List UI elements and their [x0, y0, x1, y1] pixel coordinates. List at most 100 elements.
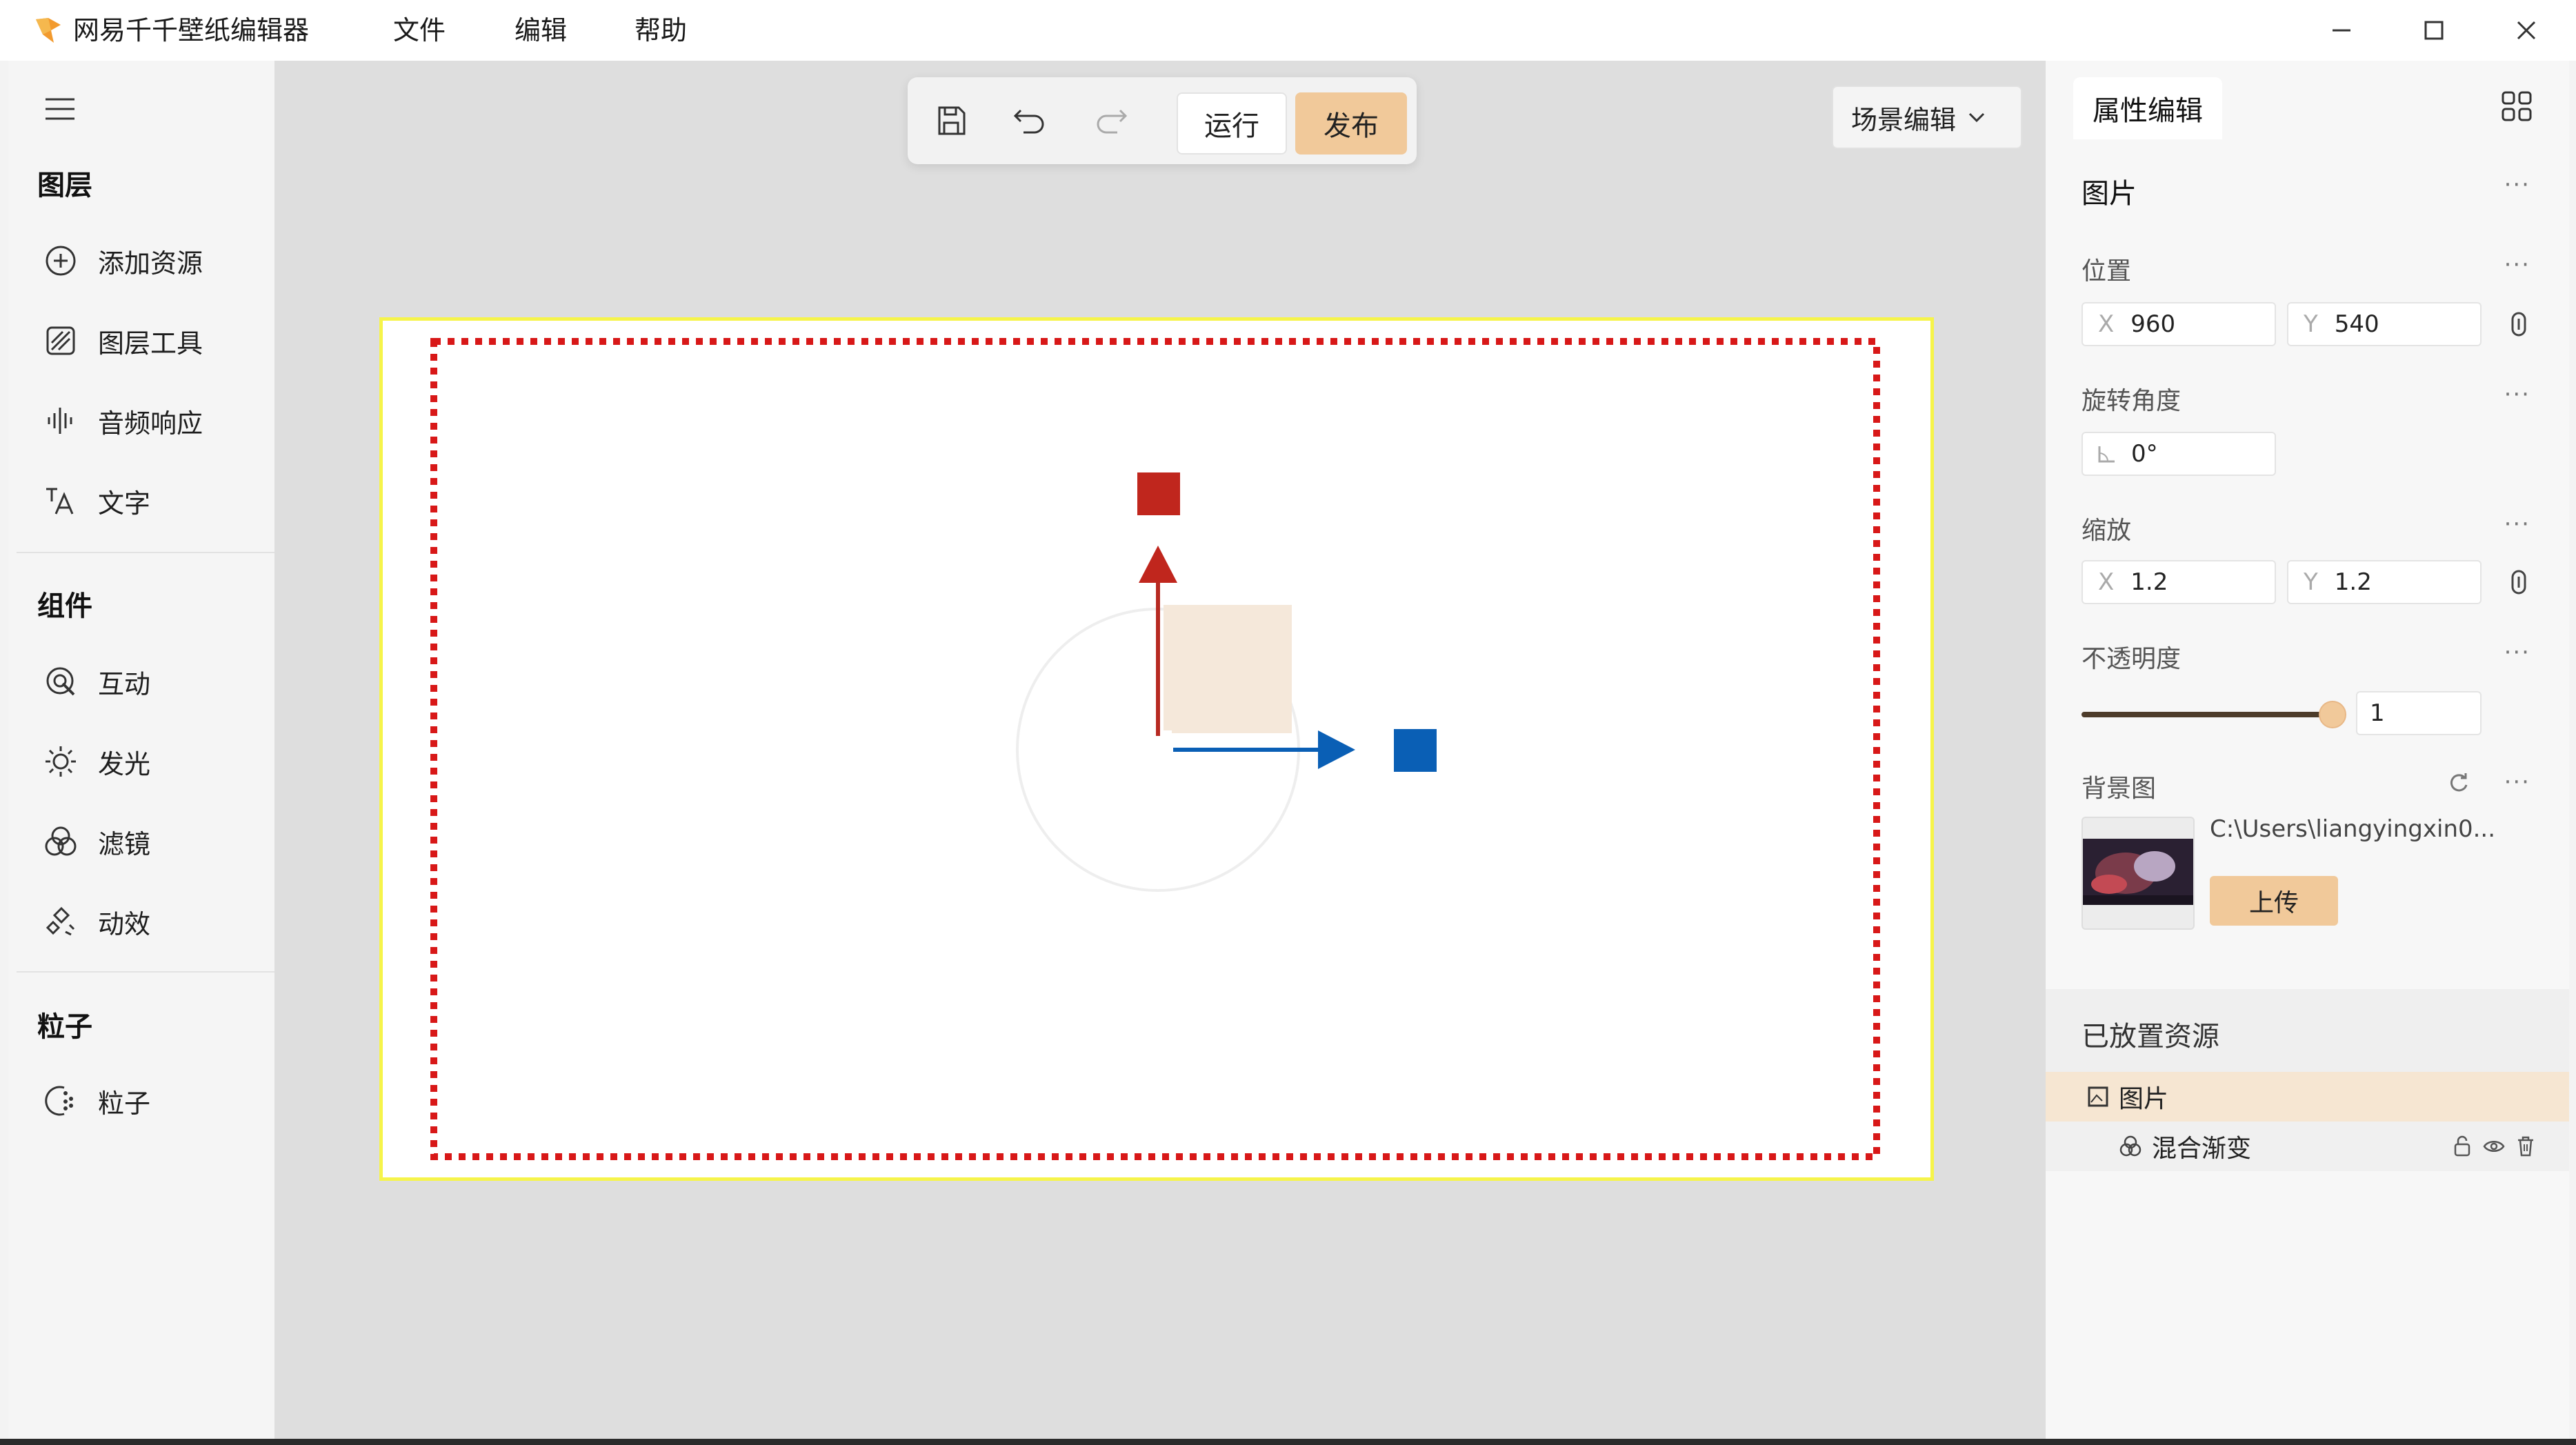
resource-item-label: 混合渐变 — [2152, 1135, 2252, 1163]
link-lock-icon[interactable] — [2508, 568, 2529, 596]
editor-toolbar: 运行 发布 — [908, 77, 1417, 164]
opacity-value: 1 — [2370, 699, 2385, 727]
position-y-value: 540 — [2334, 310, 2379, 338]
filter-icon — [39, 819, 83, 864]
sidebar-item-add-resource[interactable]: 添加资源 — [25, 228, 259, 294]
position-label: 位置 — [2081, 257, 2132, 286]
sidebar-item-label: 添加资源 — [98, 248, 203, 279]
save-icon — [938, 106, 966, 135]
background-file-path: C:\Users\liangyingxin0... — [2210, 815, 2496, 843]
sidebar-item-animation[interactable]: 动效 — [25, 888, 259, 955]
title-bar: 网易千千壁纸编辑器 文件 编辑 帮助 — [0, 0, 2576, 61]
plus-circle-icon — [39, 239, 83, 283]
rotation-more-button[interactable]: ··· — [2504, 381, 2530, 408]
sidebar-item-audio-response[interactable]: 音频响应 — [25, 388, 259, 454]
sidebar-item-label: 粒子 — [98, 1088, 151, 1119]
undo-icon — [1013, 109, 1044, 134]
particle-icon — [39, 1079, 83, 1123]
wallpaper-stage[interactable] — [379, 317, 1934, 1181]
gizmo-x-arrow[interactable] — [1318, 730, 1355, 769]
redo-icon — [1097, 109, 1128, 134]
gizmo-y-arrow[interactable] — [1139, 546, 1177, 583]
maximize-button[interactable] — [2403, 10, 2465, 51]
sidebar-item-label: 发光 — [98, 748, 151, 779]
axis-y-label: Y — [2304, 568, 2318, 596]
position-x-input[interactable]: X 960 — [2081, 302, 2276, 346]
minimize-button[interactable] — [2310, 10, 2373, 51]
maximize-icon — [2424, 21, 2444, 40]
menu-help[interactable]: 帮助 — [635, 11, 687, 50]
section-title-layers: 图层 — [37, 170, 92, 201]
more-button[interactable]: ··· — [2504, 171, 2530, 199]
eye-icon[interactable] — [2482, 1135, 2506, 1158]
chevron-down-icon — [1968, 112, 1985, 123]
undo-button[interactable] — [1007, 98, 1052, 143]
grid-icon[interactable] — [2500, 90, 2533, 123]
gizmo-x-scale-handle[interactable] — [1394, 729, 1437, 772]
menu-edit[interactable]: 编辑 — [515, 11, 567, 50]
close-button[interactable] — [2495, 10, 2557, 51]
sidebar-item-interaction[interactable]: 互动 — [25, 648, 259, 715]
axis-x-label: X — [2098, 568, 2115, 596]
minimize-icon — [2333, 29, 2350, 32]
scene-mode-dropdown[interactable]: 场景编辑 — [1832, 86, 2022, 149]
resource-item-label: 图片 — [2119, 1085, 2169, 1113]
save-button[interactable] — [928, 98, 974, 143]
scale-label: 缩放 — [2081, 517, 2132, 545]
sidebar-item-particle[interactable]: 粒子 — [25, 1068, 259, 1134]
rotation-input[interactable]: 0° — [2081, 432, 2276, 476]
scale-y-input[interactable]: Y 1.2 — [2287, 560, 2482, 604]
resource-item-blend-gradient[interactable]: 混合渐变 — [2046, 1122, 2569, 1171]
sidebar-item-filter[interactable]: 滤镜 — [25, 808, 259, 875]
menu-file[interactable]: 文件 — [393, 11, 446, 50]
upload-button[interactable]: 上传 — [2210, 876, 2338, 926]
background-thumbnail[interactable] — [2081, 817, 2195, 930]
gizmo-y-scale-handle[interactable] — [1137, 472, 1180, 515]
run-button[interactable]: 运行 — [1177, 92, 1287, 155]
sidebar-item-label: 音频响应 — [98, 408, 203, 439]
placed-resources-header: 已放置资源 — [2046, 989, 2569, 1072]
resource-item-image[interactable]: 图片 — [2046, 1072, 2569, 1122]
layer-tool-icon — [39, 319, 83, 363]
placed-resources-title: 已放置资源 — [2081, 1021, 2219, 1053]
rotation-label: 旋转角度 — [2081, 387, 2181, 415]
opacity-more-button[interactable]: ··· — [2504, 639, 2530, 666]
sidebar-item-text[interactable]: 文字 — [25, 468, 259, 534]
interaction-icon — [39, 659, 83, 704]
opacity-slider-track[interactable] — [2081, 712, 2331, 717]
background-more-button[interactable]: ··· — [2504, 768, 2530, 796]
sidebar-item-label: 图层工具 — [98, 328, 203, 359]
sidebar-item-glow[interactable]: 发光 — [25, 728, 259, 795]
properties-panel: 属性编辑 图片 ··· 位置 ··· X 960 Y 540 旋转角度 ··· … — [2046, 61, 2569, 1439]
sidebar-item-label: 文字 — [98, 488, 151, 519]
position-more-button[interactable]: ··· — [2504, 251, 2530, 279]
selected-image-preview[interactable] — [1164, 605, 1292, 733]
trash-icon[interactable] — [2515, 1135, 2536, 1158]
position-x-value: 960 — [2130, 310, 2176, 338]
opacity-input[interactable]: 1 — [2356, 691, 2482, 735]
section-title-components: 组件 — [37, 590, 92, 622]
scale-y-value: 1.2 — [2334, 568, 2372, 596]
position-y-input[interactable]: Y 540 — [2287, 302, 2482, 346]
lock-icon[interactable] — [2452, 1135, 2473, 1158]
tab-properties[interactable]: 属性编辑 — [2073, 77, 2222, 139]
hamburger-icon — [46, 98, 74, 120]
scale-more-button[interactable]: ··· — [2504, 510, 2530, 538]
link-lock-icon[interactable] — [2508, 310, 2529, 338]
redo-button[interactable] — [1088, 98, 1134, 143]
menu-toggle-button[interactable] — [36, 88, 84, 130]
sidebar-item-label: 互动 — [98, 668, 151, 699]
divider — [17, 971, 274, 973]
reset-icon[interactable] — [2447, 771, 2470, 795]
animation-icon — [39, 899, 83, 944]
divider — [17, 552, 274, 553]
axis-x-label: X — [2098, 310, 2115, 338]
opacity-slider-handle[interactable] — [2319, 701, 2346, 728]
rotation-value: 0° — [2131, 440, 2158, 468]
sidebar-item-layer-tools[interactable]: 图层工具 — [25, 308, 259, 374]
section-title-particles: 粒子 — [37, 1011, 92, 1043]
publish-button[interactable]: 发布 — [1295, 92, 1407, 155]
app-logo-icon — [36, 18, 61, 43]
scale-x-input[interactable]: X 1.2 — [2081, 560, 2276, 604]
app-window: 网易千千壁纸编辑器 文件 编辑 帮助 图层 添加资源 图层工具 音频响应 文字 … — [0, 0, 2576, 1439]
